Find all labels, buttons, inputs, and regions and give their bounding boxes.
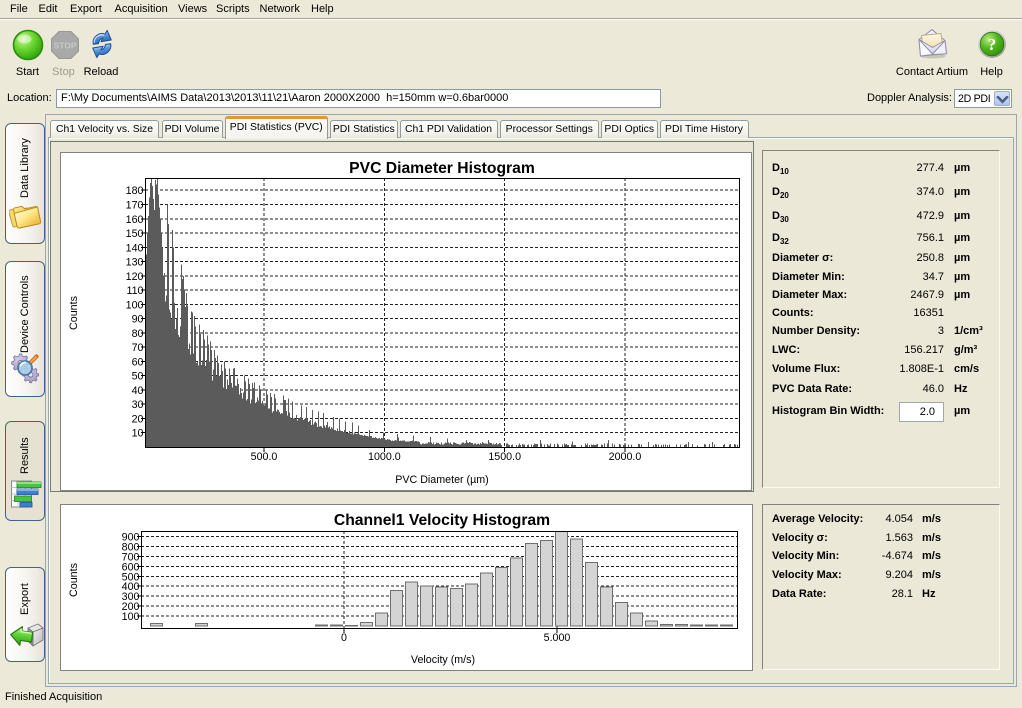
svg-text:160: 160	[126, 214, 144, 226]
svg-text:PVC Diameter (µm): PVC Diameter (µm)	[395, 474, 488, 486]
svg-text:180: 180	[126, 185, 144, 197]
svg-text:STOP: STOP	[54, 41, 77, 51]
svg-text:70: 70	[132, 342, 144, 354]
svg-text:20: 20	[132, 414, 144, 426]
svg-text:90: 90	[132, 314, 144, 326]
svg-text:140: 140	[126, 242, 144, 254]
svg-text:Counts: Counts	[68, 563, 80, 597]
svg-text:60: 60	[132, 356, 144, 368]
svg-text:0: 0	[341, 632, 347, 644]
svg-text:10: 10	[132, 428, 144, 440]
svg-text:1000.0: 1000.0	[368, 451, 401, 463]
svg-text:120: 120	[126, 271, 144, 283]
svg-text:1500.0: 1500.0	[488, 451, 521, 463]
svg-text:110: 110	[126, 285, 143, 297]
svg-text:500.0: 500.0	[251, 451, 278, 463]
svg-text:5.000: 5.000	[544, 632, 571, 644]
svg-text:170: 170	[126, 200, 144, 212]
svg-text:?: ?	[988, 35, 997, 54]
svg-text:900: 900	[122, 532, 140, 544]
svg-text:30: 30	[132, 399, 144, 411]
svg-text:150: 150	[126, 228, 144, 240]
svg-text:40: 40	[132, 385, 144, 397]
svg-text:Counts: Counts	[68, 296, 80, 330]
svg-text:80: 80	[132, 328, 144, 340]
svg-text:100: 100	[126, 299, 144, 311]
svg-text:Channel1 Velocity Histogram: Channel1 Velocity Histogram	[334, 512, 550, 529]
svg-text:2000.0: 2000.0	[609, 451, 642, 463]
svg-text:Velocity (m/s): Velocity (m/s)	[411, 654, 475, 666]
svg-text:50: 50	[132, 371, 144, 383]
svg-text:PVC Diameter Histogram: PVC Diameter Histogram	[349, 160, 535, 177]
svg-text:130: 130	[126, 257, 144, 269]
